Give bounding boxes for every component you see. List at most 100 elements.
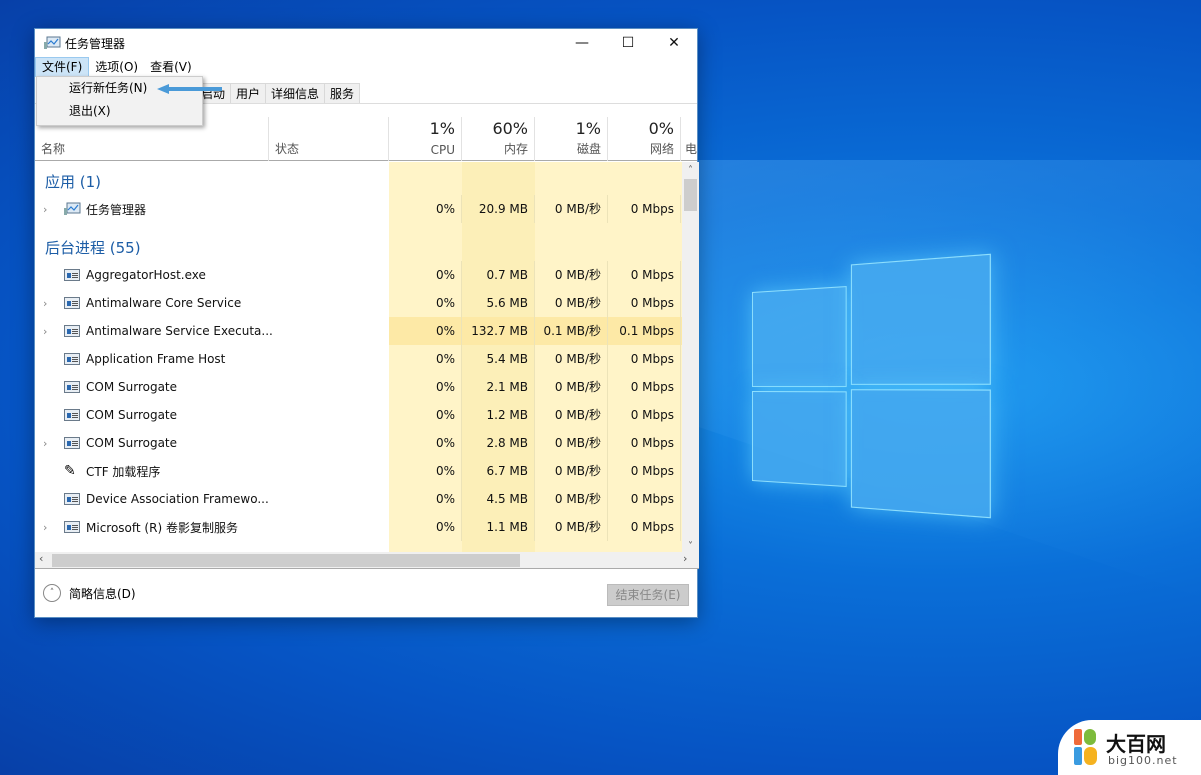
disk-value: 0 MB/秒 [535,457,608,485]
column-cpu[interactable]: 1% CPU [389,117,462,161]
network-value: 0 Mbps [608,429,681,457]
memory-value: 1.2 MB [462,401,535,429]
process-icon [64,493,80,505]
column-memory[interactable]: 60% 内存 [462,117,535,161]
network-value: 0 Mbps [608,195,681,223]
expand-chevron-icon[interactable]: › [43,297,47,310]
process-row[interactable]: AggregatorHost.exe 0% 0.7 MB 0 MB/秒 0 Mbps [35,261,682,289]
tab-services[interactable]: 服务 [324,83,361,103]
windows-logo-wallpaper [752,253,991,519]
process-icon [64,437,80,449]
column-status[interactable]: 状态 [269,117,389,161]
network-value: 0 Mbps [608,513,681,541]
process-row[interactable]: › Antimalware Core Service 0% 5.6 MB 0 MB/秒 0… [35,289,682,317]
expand-chevron-icon[interactable]: › [43,203,47,216]
title-bar[interactable]: 任务管理器 — ☐ ✕ [35,29,697,57]
process-row[interactable]: COM Surrogate 0% 1.2 MB 0 MB/秒 0 Mbps [35,401,682,429]
memory-value: 132.7 MB [462,317,535,345]
memory-value: 5.4 MB [462,345,535,373]
tab-details[interactable]: 详细信息 [265,83,326,103]
tab-users[interactable]: 用户 [230,83,267,103]
network-value: 0.1 Mbps [608,317,681,345]
memory-value: 2.1 MB [462,373,535,401]
memory-value: 4.5 MB [462,485,535,513]
end-task-button[interactable]: 结束任务(E) [607,584,689,606]
memory-value: 2.8 MB [462,429,535,457]
chevron-up-circle-icon: ˄ [43,584,61,602]
scroll-down-icon[interactable]: ˅ [682,541,699,552]
memory-value: 0.7 MB [462,261,535,289]
disk-value: 0 MB/秒 [535,373,608,401]
maximize-button[interactable]: ☐ [605,29,651,57]
cpu-value: 0% [389,373,462,401]
cpu-value: 0% [389,261,462,289]
process-name: COM Surrogate [86,408,178,422]
menu-item-exit[interactable]: 退出(X) [37,100,202,123]
group-header-background: 后台进程 (55) [45,238,141,257]
process-row[interactable]: › Antimalware Service Executa... 0% 132.7 M… [35,317,682,345]
cpu-value: 0% [389,345,462,373]
process-icon [64,269,80,281]
scroll-right-icon[interactable]: › [683,552,687,565]
vertical-scrollbar[interactable]: ˄ ˅ [682,162,699,552]
process-row[interactable]: COM Surrogate 0% 2.1 MB 0 MB/秒 0 Mbps [35,373,682,401]
process-name: Application Frame Host [86,352,226,366]
scroll-left-icon[interactable]: ‹ [39,552,43,565]
process-name: 任务管理器 [86,202,147,217]
horizontal-scrollbar[interactable]: ‹ › [35,552,699,569]
cpu-value: 0% [389,457,462,485]
annotation-arrow-icon [157,84,222,94]
menu-view[interactable]: 查看(V) [144,57,198,77]
disk-value: 0 MB/秒 [535,513,608,541]
brand-logo-icon [1074,729,1097,765]
watermark: 大百网 big100.net [1058,720,1201,775]
cpu-value: 0% [389,513,462,541]
process-icon [64,297,80,309]
expand-chevron-icon[interactable]: › [43,437,47,450]
process-list: 应用 (1) 后台进程 (55) › 任务管理器 0% 20.9 MB 0 MB/秒 0 … [35,162,682,552]
disk-value: 0 MB/秒 [535,345,608,373]
column-network[interactable]: 0% 网络 [608,117,681,161]
process-icon [64,521,80,533]
vertical-scroll-thumb[interactable] [684,179,697,211]
close-button[interactable]: ✕ [651,29,697,57]
memory-value: 1.1 MB [462,513,535,541]
watermark-name: 大百网 [1106,732,1166,756]
process-icon [64,381,80,393]
minimize-icon: — [575,35,589,51]
process-row[interactable]: › Microsoft (R) 卷影复制服务 0% 1.1 MB 0 MB/秒 0 Mbp… [35,513,682,541]
network-value: 0 Mbps [608,457,681,485]
disk-value: 0 MB/秒 [535,261,608,289]
process-name: Microsoft (R) 卷影复制服务 [86,520,238,535]
process-name: Antimalware Core Service [86,296,242,310]
horizontal-scroll-thumb[interactable] [52,554,520,567]
maximize-icon: ☐ [621,35,635,51]
scroll-up-icon[interactable]: ˄ [682,162,699,179]
minimize-button[interactable]: — [559,29,605,57]
expand-chevron-icon[interactable]: › [43,325,47,338]
process-icon [64,353,80,365]
process-row[interactable]: Application Frame Host 0% 5.4 MB 0 MB/秒 0 Mb… [35,345,682,373]
cpu-value: 0% [389,401,462,429]
disk-value: 0 MB/秒 [535,429,608,457]
memory-value: 20.9 MB [462,195,535,223]
network-value: 0 Mbps [608,261,681,289]
menu-file[interactable]: 文件(F) [35,57,90,77]
process-name: CTF 加载程序 [86,464,161,479]
process-row[interactable]: ✎ CTF 加载程序 0% 6.7 MB 0 MB/秒 0 Mbps [35,457,682,485]
process-row[interactable]: Device Association Framewo... 0% 4.5 MB 0 M… [35,485,682,513]
process-name: COM Surrogate [86,380,178,394]
expand-chevron-icon[interactable]: › [43,521,47,534]
process-name: AggregatorHost.exe [86,268,206,282]
column-power[interactable]: 电 [681,117,699,161]
fewer-details-button[interactable]: ˄ 简略信息(D) [43,584,136,602]
close-icon: ✕ [668,35,680,51]
process-row[interactable]: › 任务管理器 0% 20.9 MB 0 MB/秒 0 Mbps [35,195,682,223]
menu-bar: 文件(F) 选项(O) 查看(V) [35,57,697,77]
watermark-url: big100.net [1108,754,1178,767]
process-row[interactable]: › COM Surrogate 0% 2.8 MB 0 MB/秒 0 Mbps [35,429,682,457]
menu-options[interactable]: 选项(O) [89,57,144,77]
pen-icon: ✎ [64,463,76,479]
process-icon [64,325,80,337]
column-disk[interactable]: 1% 磁盘 [535,117,608,161]
